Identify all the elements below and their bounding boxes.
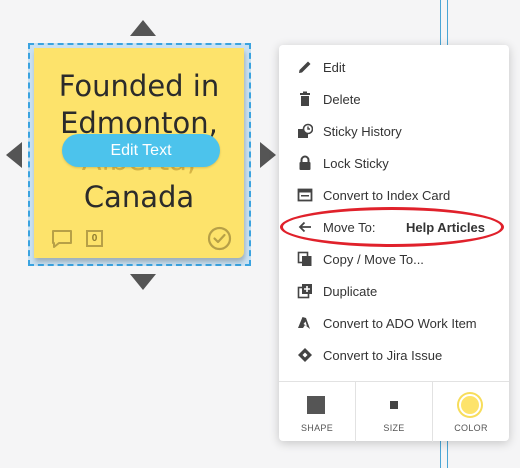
history-icon (296, 122, 314, 140)
size-button[interactable]: SIZE (355, 382, 432, 442)
menu-item-convert-ado[interactable]: Convert to ADO Work Item (279, 307, 509, 339)
shape-label: SHAPE (300, 423, 333, 433)
check-circle-icon[interactable] (207, 226, 232, 251)
menu-item-label: Sticky History (323, 123, 402, 139)
shape-button[interactable]: SHAPE (279, 382, 355, 442)
menu-item-duplicate[interactable]: Duplicate (279, 275, 509, 307)
menu-footer: SHAPE SIZE COLOR (279, 381, 509, 442)
square-shape-icon (307, 396, 325, 414)
menu-item-label: Copy / Move To... (323, 251, 424, 267)
pencil-icon (296, 58, 314, 76)
size-icon (390, 401, 398, 409)
move-up-arrow-icon[interactable] (130, 20, 156, 36)
copy-icon (296, 250, 314, 268)
menu-item-sticky-history[interactable]: Sticky History (279, 115, 509, 147)
menu-item-convert-jira[interactable]: Convert to Jira Issue (279, 339, 509, 371)
index-card-icon (296, 186, 314, 204)
menu-item-label: Edit (323, 59, 346, 75)
comment-icon[interactable] (51, 229, 73, 249)
sticky-text-line: Founded in (58, 69, 220, 103)
move-left-arrow-icon[interactable] (6, 142, 22, 168)
menu-item-delete[interactable]: Delete (279, 83, 509, 115)
move-right-arrow-icon[interactable] (260, 142, 276, 168)
duplicate-icon (296, 282, 314, 300)
size-label: SIZE (383, 423, 405, 433)
menu-item-edit[interactable]: Edit (279, 51, 509, 83)
trash-icon (296, 90, 314, 108)
color-swatch-icon (459, 394, 481, 416)
menu-item-label: Delete (323, 91, 361, 107)
color-button[interactable]: COLOR (432, 382, 509, 442)
menu-item-copy-move-to[interactable]: Copy / Move To... (279, 243, 509, 275)
jira-icon (296, 346, 314, 364)
menu-item-label: Convert to Jira Issue (323, 347, 443, 363)
ado-icon (296, 314, 314, 332)
menu-item-lock-sticky[interactable]: Lock Sticky (279, 147, 509, 179)
menu-item-label: Lock Sticky (323, 155, 389, 171)
sticky-text-line: Canada (83, 180, 195, 214)
edit-text-button[interactable]: Edit Text (62, 134, 220, 167)
menu-item-label: Convert to ADO Work Item (323, 315, 477, 331)
highlight-annotation-ellipse (280, 207, 504, 247)
color-label: COLOR (454, 423, 488, 433)
lock-icon (296, 154, 314, 172)
comment-count-badge: 0 (86, 230, 103, 247)
move-down-arrow-icon[interactable] (130, 274, 156, 290)
menu-item-label: Convert to Index Card (323, 187, 451, 203)
menu-item-label: Duplicate (323, 283, 378, 299)
